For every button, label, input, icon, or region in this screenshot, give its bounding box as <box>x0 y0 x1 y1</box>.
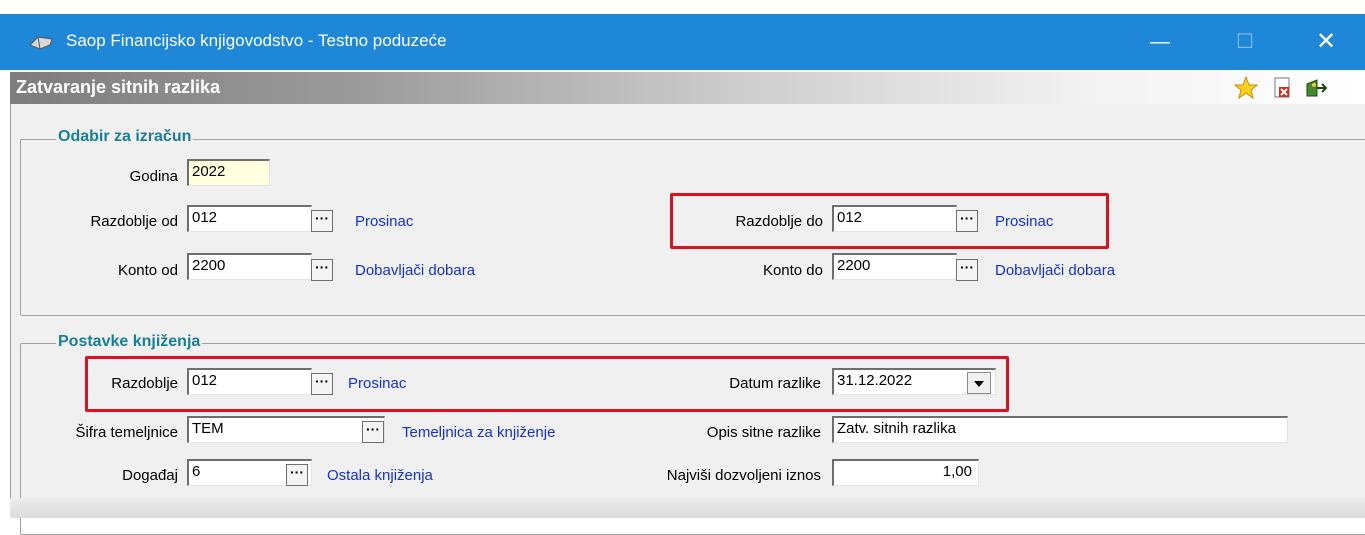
sifra-temeljnice-desc: Temeljnica za knjiženje <box>402 424 556 441</box>
app-icon <box>29 36 53 50</box>
razdoblje-od-label: Razdoblje od <box>90 213 178 230</box>
dogadaj-desc: Ostala knjiženja <box>327 467 433 484</box>
sifra-temeljnice-label: Šifra temeljnice <box>75 424 178 441</box>
konto-od-lookup-button[interactable]: ··· <box>311 259 333 281</box>
group1-legend: Odabir za izračun <box>56 128 194 146</box>
form-header: Zatvaranje sitnih razlika <box>10 72 1365 104</box>
window-title: Saop Financijsko knjigovodstvo - Testno … <box>66 31 447 50</box>
highlight-razdoblje-datum <box>85 356 1009 412</box>
close-button[interactable]: ✕ <box>1306 26 1346 58</box>
sifra-temeljnice-lookup-button[interactable]: ··· <box>362 421 384 443</box>
form-title: Zatvaranje sitnih razlika <box>16 77 221 97</box>
konto-do-input[interactable]: 2200 <box>832 253 957 280</box>
exit-icon[interactable] <box>1304 76 1328 100</box>
konto-od-label: Konto od <box>117 262 178 279</box>
pdf-close-icon[interactable] <box>1270 76 1294 100</box>
dogadaj-lookup-button[interactable]: ··· <box>286 464 308 486</box>
godina-label: Godina <box>129 168 178 185</box>
divider <box>10 104 11 518</box>
razdoblje-od-input[interactable]: 012 <box>187 205 312 232</box>
group2-legend: Postavke knjiženja <box>56 333 203 351</box>
star-icon[interactable] <box>1234 76 1258 100</box>
konto-od-input[interactable]: 2200 <box>187 253 312 280</box>
maximize-button[interactable]: ☐ <box>1225 26 1265 58</box>
razdoblje-od-desc: Prosinac <box>355 213 414 230</box>
opis-sitne-razlike-input[interactable]: Zatv. sitnih razlika <box>832 416 1288 443</box>
bottom-edge <box>10 498 1365 518</box>
najvisi-iznos-label: Najviši dozvoljeni iznos <box>666 467 821 484</box>
dogadaj-label: Događaj <box>122 467 178 484</box>
najvisi-iznos-input[interactable]: 1,00 <box>832 459 979 486</box>
razdoblje-od-lookup-button[interactable]: ··· <box>311 210 333 232</box>
konto-do-lookup-button[interactable]: ··· <box>956 259 978 281</box>
godina-input[interactable]: 2022 <box>187 159 270 186</box>
konto-do-label: Konto do <box>762 262 823 279</box>
opis-sitne-razlike-label: Opis sitne razlike <box>706 424 821 441</box>
konto-od-desc: Dobavljači dobara <box>355 262 476 279</box>
highlight-razdoblje-do <box>670 193 1109 249</box>
minimize-button[interactable]: — <box>1140 26 1180 58</box>
konto-do-desc: Dobavljači dobara <box>995 262 1116 279</box>
window-titlebar: Saop Financijsko knjigovodstvo - Testno … <box>0 14 1365 70</box>
sifra-temeljnice-input[interactable]: TEM <box>187 416 385 443</box>
